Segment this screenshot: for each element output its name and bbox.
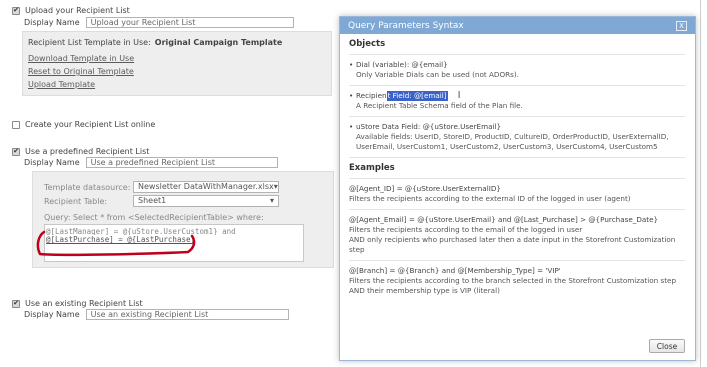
example-3-desc-2: AND their membership type is VIP (litera… [349,286,500,295]
chevron-down-icon: ▾ [273,182,278,191]
existing-option[interactable]: ✔ Use an existing Recipient List [12,299,143,308]
examples-heading: Examples [349,163,395,173]
example-1-desc: Filters the recipients according to the … [349,194,631,203]
recipient-table-select[interactable]: Sheet1 ▾ [133,195,279,207]
example-2-desc-2: AND only recipients who purchased later … [349,235,676,254]
predefined-display-name-label: Display Name [24,158,80,167]
dialog-header: Query Parameters Syntax X [340,17,695,34]
predefined-display-name-input[interactable]: Use a predefined Recipient List [85,157,278,168]
example-2-desc-1: Filters the recipients according to the … [349,225,583,234]
objects-heading: Objects [349,39,386,49]
recipient-field-item: • Recipien t Field: @[email] I [349,90,461,101]
dial-title: Dial (variable): @{email} [356,60,448,69]
ustore-desc-2: UserEmail, UserCustom1, UserCustom2, Use… [356,142,658,151]
example-3-code: @[Branch] = @{Branch} and @[Membership_T… [349,266,561,275]
recipient-table-label: Recipient Table: [44,196,108,206]
existing-label: Use an existing Recipient List [25,299,143,308]
create-online-label: Create your Recipient List online [25,120,156,129]
upload-template-panel: Recipient List Template in Use: Original… [22,31,332,96]
query-syntax-dialog: Query Parameters Syntax X Objects • Dial … [339,16,696,361]
recipient-desc: A Recipient Table Schema field of the Pl… [356,101,523,110]
dial-desc: Only Variable Dials can be used (not ADO… [356,70,519,79]
upload-option[interactable]: ✔ Upload your Recipient List [12,6,130,15]
upload-label: Upload your Recipient List [25,6,130,15]
close-button[interactable]: Close [649,339,685,353]
recipient-highlight: t Field: @[email] [386,91,448,101]
example-3-desc-1: Filters the recipients according to the … [349,276,677,285]
text-cursor-icon: I [457,90,461,101]
upload-display-name-label: Display Name [24,18,80,27]
recipient-table-value: Sheet1 [138,196,167,205]
example-1-code: @[Agent_ID] = @{uStore.UserExternalID} [349,184,501,193]
datasource-value: Newsletter DataWithManager.xlsx [138,182,274,191]
upload-template-link[interactable]: Upload Template [28,80,95,89]
upload-checkbox[interactable]: ✔ [12,6,20,15]
predefined-checkbox[interactable]: ✔ [12,147,20,156]
reset-template-link[interactable]: Reset to Original Template [28,67,134,76]
template-in-use-value: Original Campaign Template [154,38,283,47]
ustore-desc-1: Available fields: UserID, StoreID, Produ… [356,132,669,141]
query-label: Query: Select * from <SelectedRecipientT… [44,213,264,222]
predefined-option[interactable]: ✔ Use a predefined Recipient List [12,147,149,156]
red-annotation-mark [36,230,196,257]
scrollbar[interactable] [700,0,707,367]
create-online-option[interactable]: Create your Recipient List online [12,120,155,129]
download-template-link[interactable]: Download Template in Use [28,54,134,63]
existing-checkbox[interactable]: ✔ [12,299,20,308]
dialog-title: Query Parameters Syntax [348,20,464,31]
close-icon[interactable]: X [676,20,687,31]
template-in-use-label: Recipient List Template in Use: [28,38,151,47]
upload-display-name-input[interactable]: Upload your Recipient List [85,17,294,28]
datasource-label: Template datasource: [44,182,131,192]
ustore-title: uStore Data Field: @{uStore.UserEmail} [356,122,502,131]
existing-display-name-input[interactable]: Use an existing Recipient List [85,309,289,320]
chevron-down-icon: ▾ [269,196,274,205]
predefined-label: Use a predefined Recipient List [25,147,150,156]
dial-item: • Dial (variable): @{email} [349,60,448,69]
example-2-code: @[Agent_Email] = @{uStore.UserEmail} and… [349,215,659,224]
datasource-select[interactable]: Newsletter DataWithManager.xlsx ▾ [133,181,279,193]
dialog-body: Objects • Dial (variable): @{email} Only … [349,39,685,296]
existing-display-name-label: Display Name [24,310,80,319]
recipient-prefix: Recipien [356,91,387,100]
ustore-item: • uStore Data Field: @{uStore.UserEmail} [349,122,502,131]
create-online-checkbox[interactable] [12,120,20,129]
